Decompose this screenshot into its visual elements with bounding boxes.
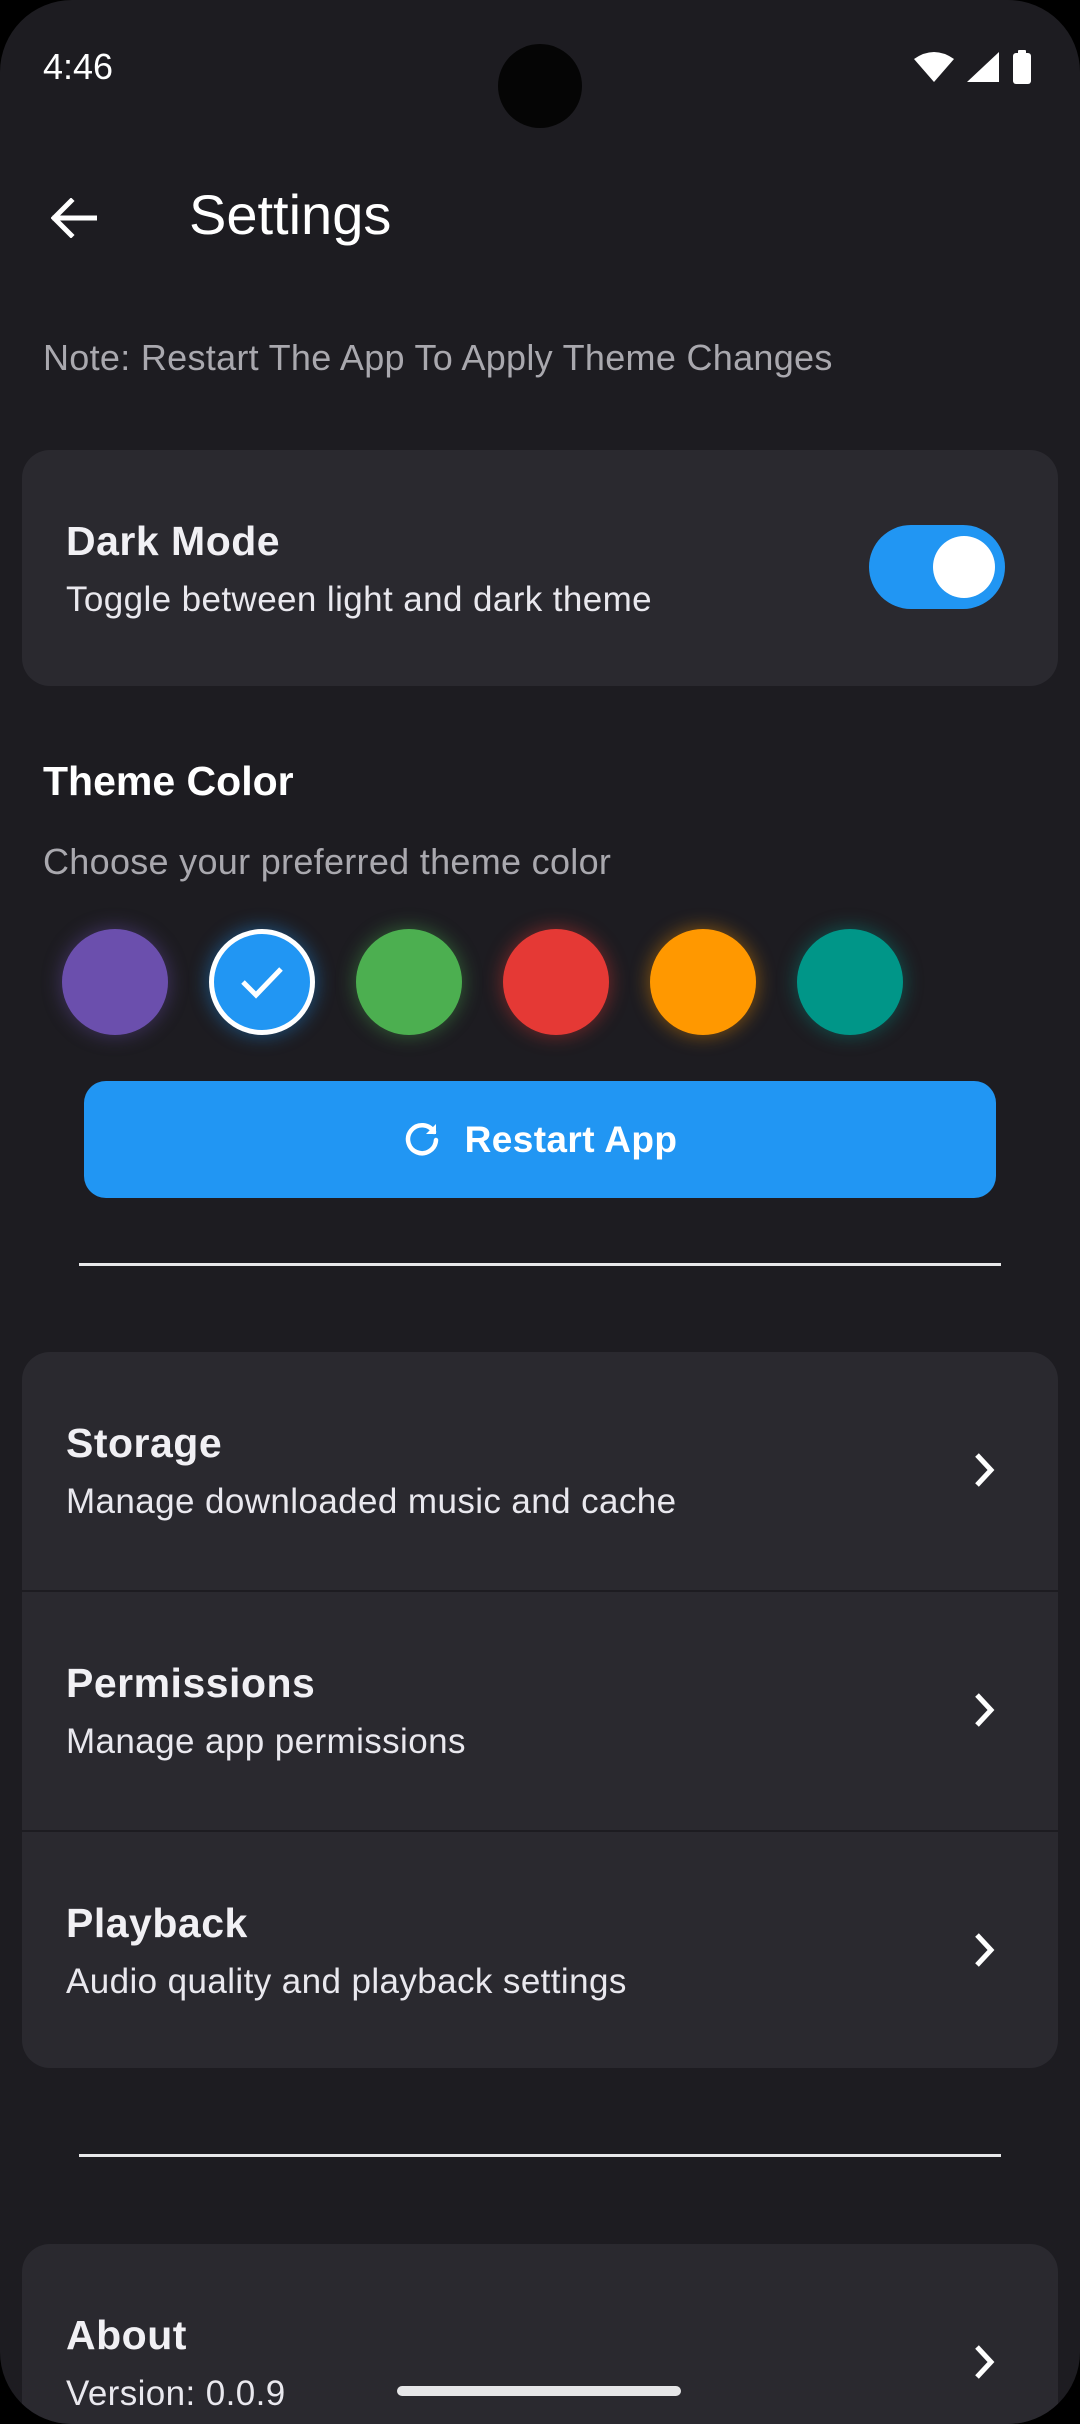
- back-button[interactable]: [36, 180, 112, 256]
- dark-mode-subtitle: Toggle between light and dark theme: [66, 580, 653, 619]
- settings-screen: 4:46 Settings Note: Restart The App To A…: [0, 0, 1080, 2424]
- theme-color-title: Theme Color: [43, 758, 294, 804]
- storage-title: Storage: [66, 1420, 223, 1466]
- signal-icon: [967, 52, 999, 82]
- theme-swatch[interactable]: [650, 929, 756, 1035]
- restart-app-label: Restart App: [464, 1118, 678, 1160]
- status-icons: [914, 50, 1032, 84]
- arrow-back-icon: [51, 198, 97, 238]
- theme-swatch[interactable]: [356, 929, 462, 1035]
- permissions-subtitle: Manage app permissions: [66, 1722, 466, 1761]
- divider: [79, 1263, 1001, 1266]
- theme-swatch[interactable]: [503, 929, 609, 1035]
- dark-mode-card[interactable]: Dark Mode Toggle between light and dark …: [22, 450, 1058, 686]
- home-indicator[interactable]: [397, 2386, 681, 2396]
- chevron-right-icon: [962, 2340, 1006, 2384]
- battery-icon: [1013, 50, 1031, 84]
- about-version: Version: 0.0.9: [66, 2374, 286, 2413]
- settings-list-card: Storage Manage downloaded music and cach…: [22, 1352, 1058, 2068]
- chevron-right-icon: [962, 1448, 1006, 1492]
- camera-cutout: [498, 44, 582, 128]
- dark-mode-toggle[interactable]: [869, 525, 1005, 609]
- status-time: 4:46: [43, 46, 114, 87]
- playback-title: Playback: [66, 1900, 248, 1946]
- permissions-row[interactable]: Permissions Manage app permissions: [22, 1590, 1058, 1831]
- check-icon: [241, 967, 283, 999]
- storage-row[interactable]: Storage Manage downloaded music and cach…: [22, 1352, 1058, 1591]
- playback-subtitle: Audio quality and playback settings: [66, 1962, 627, 2001]
- about-title: About: [66, 2312, 187, 2358]
- refresh-icon: [405, 1122, 438, 1155]
- page-title: Settings: [189, 183, 392, 246]
- playback-row[interactable]: Playback Audio quality and playback sett…: [22, 1830, 1058, 2068]
- theme-swatch[interactable]: [62, 929, 168, 1035]
- wifi-icon: [914, 52, 954, 82]
- toggle-knob: [933, 536, 995, 598]
- theme-swatch[interactable]: [209, 929, 315, 1035]
- theme-color-subtitle: Choose your preferred theme color: [43, 841, 612, 882]
- about-card[interactable]: About Version: 0.0.9: [22, 2244, 1058, 2424]
- divider: [79, 2154, 1001, 2157]
- chevron-right-icon: [962, 1688, 1006, 1732]
- theme-note: Note: Restart The App To Apply Theme Cha…: [43, 337, 833, 378]
- theme-swatch[interactable]: [797, 929, 903, 1035]
- dark-mode-title: Dark Mode: [66, 518, 281, 564]
- chevron-right-icon: [962, 1928, 1006, 1972]
- storage-subtitle: Manage downloaded music and cache: [66, 1482, 677, 1521]
- permissions-title: Permissions: [66, 1660, 316, 1706]
- restart-app-button[interactable]: Restart App: [84, 1081, 996, 1198]
